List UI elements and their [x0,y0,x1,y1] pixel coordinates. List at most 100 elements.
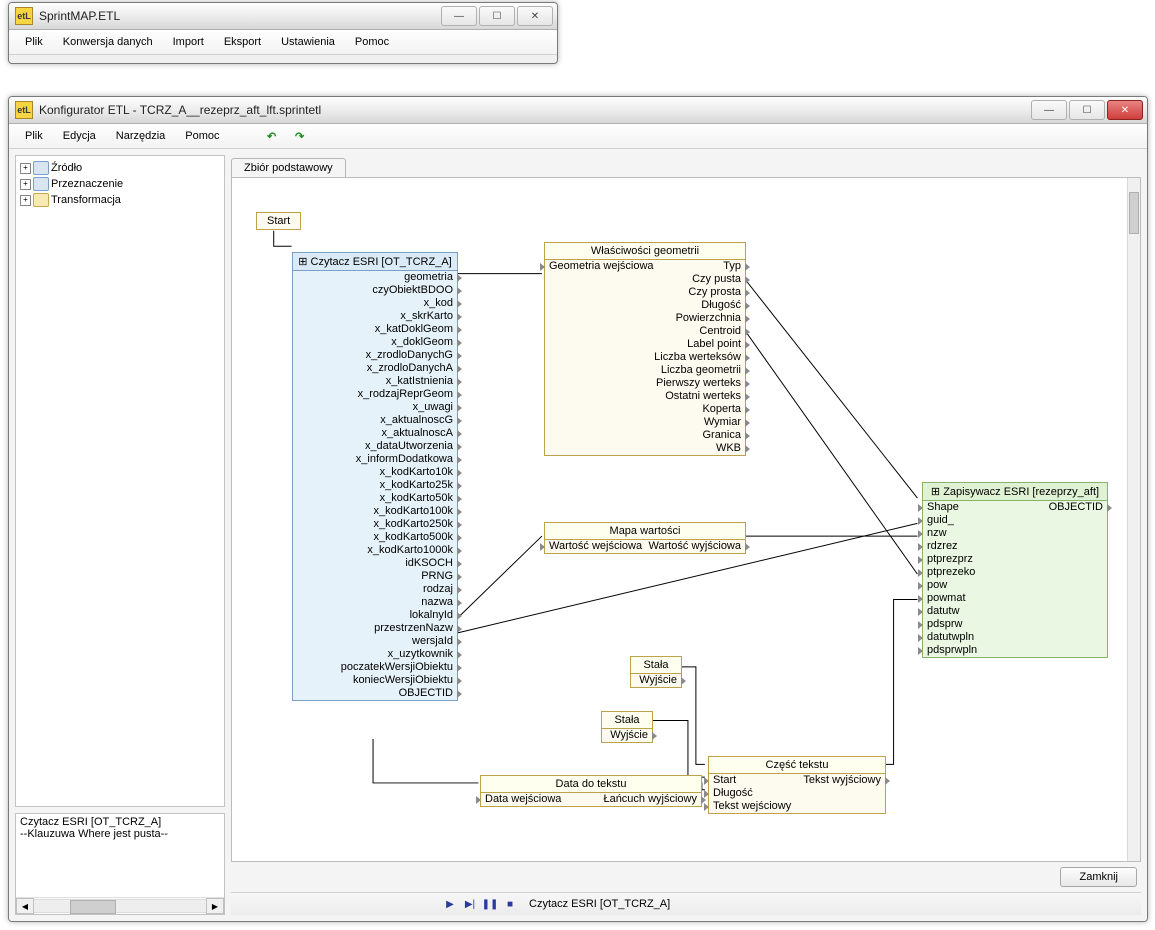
reader-field[interactable]: x_informDodatkowa [293,453,457,466]
writer-field[interactable]: guid_ [923,514,1107,527]
menu-pomoc[interactable]: Pomoc [175,126,229,146]
reader-field[interactable]: x_kodKarto10k [293,466,457,479]
reader-field[interactable]: x_uwagi [293,401,457,414]
close-button[interactable]: ✕ [517,6,553,26]
writer-field[interactable]: rdzrez [923,540,1107,553]
writer-field[interactable]: nzw [923,527,1107,540]
reader-field[interactable]: x_zrodloDanychG [293,349,457,362]
const1-node[interactable]: Stała Wyjście [630,656,682,688]
reader-field[interactable]: geometria [293,271,457,284]
writer-field[interactable]: pow [923,579,1107,592]
reader-field[interactable]: koniecWersjiObiektu [293,674,457,687]
message-scrollbar[interactable]: ◀ ▶ [16,897,224,914]
close-button[interactable]: ✕ [1107,100,1143,120]
reader-field[interactable]: x_skrKarto [293,310,457,323]
reader-node[interactable]: ⊞ Czytacz ESRI [OT_TCRZ_A] geometriaczyO… [292,252,458,701]
writer-field[interactable]: ptprezeko [923,566,1107,579]
menu-ustawienia[interactable]: Ustawienia [271,32,345,52]
geom-output[interactable]: Długość [545,299,745,312]
const2-node[interactable]: Stała Wyjście [601,711,653,743]
date-to-text-node[interactable]: Data do tekstu Data wejściowa Łańcuch wy… [480,775,702,807]
scroll-thumb[interactable] [70,900,116,914]
reader-field[interactable]: x_dataUtworzenia [293,440,457,453]
scroll-left-icon[interactable]: ◀ [16,898,34,914]
date-row[interactable]: Data wejściowa Łańcuch wyjściowy [481,793,701,806]
reader-field[interactable]: x_kodKarto25k [293,479,457,492]
menu-eksport[interactable]: Eksport [214,32,271,52]
reader-field[interactable]: PRNG [293,570,457,583]
reader-field[interactable]: x_kodKarto500k [293,531,457,544]
geom-output[interactable]: Granica [545,429,745,442]
reader-field[interactable]: czyObiektBDOO [293,284,457,297]
geom-output[interactable]: Czy prosta [545,286,745,299]
writer-field[interactable]: datutw [923,605,1107,618]
geom-row0[interactable]: Geometria wejściowa Typ [545,260,745,273]
scroll-right-icon[interactable]: ▶ [206,898,224,914]
zamknij-button[interactable]: Zamknij [1060,867,1137,887]
writer-field[interactable]: ptprezprz [923,553,1107,566]
reader-field[interactable]: rodzaj [293,583,457,596]
reader-field[interactable]: x_doklGeom [293,336,457,349]
reader-field[interactable]: x_aktualnoscG [293,414,457,427]
tree-item-transformacja[interactable]: + Transformacja [18,192,222,208]
reader-field[interactable]: lokalnyId [293,609,457,622]
minimize-button[interactable]: — [441,6,477,26]
geom-output[interactable]: Pierwszy werteks [545,377,745,390]
geom-output[interactable]: Koperta [545,403,745,416]
reader-field[interactable]: OBJECTID [293,687,457,700]
reader-field[interactable]: x_kodKarto100k [293,505,457,518]
geom-output[interactable]: Czy pusta [545,273,745,286]
reader-field[interactable]: x_katDoklGeom [293,323,457,336]
reader-field[interactable]: nazwa [293,596,457,609]
reader-field[interactable]: idKSOCH [293,557,457,570]
reader-field[interactable]: wersjaId [293,635,457,648]
writer-field[interactable]: pdsprwpln [923,644,1107,657]
menu-narzedzia[interactable]: Narzędzia [106,126,176,146]
const1-out[interactable]: Wyjście [631,674,681,687]
writer-field[interactable]: datutwpln [923,631,1107,644]
geom-output[interactable]: Label point [545,338,745,351]
menu-edycja[interactable]: Edycja [53,126,106,146]
reader-field[interactable]: x_kodKarto50k [293,492,457,505]
reader-field[interactable]: poczatekWersjiObiektu [293,661,457,674]
writer-field[interactable]: powmat [923,592,1107,605]
menu-import[interactable]: Import [163,32,214,52]
reader-field[interactable]: x_kodKarto1000k [293,544,457,557]
reader-field[interactable]: x_kodKarto250k [293,518,457,531]
valmap-row[interactable]: Wartość wejściowa Wartość wyjściowa [545,540,745,553]
textpart-row0[interactable]: Start Tekst wyjściowy [709,774,885,787]
diagram-canvas[interactable]: Start ⊞ Czytacz ESRI [OT_TCRZ_A] geometr… [231,177,1141,862]
step-button[interactable]: ▶| [461,895,479,913]
writer-row0[interactable]: Shape OBJECTID [923,501,1107,514]
titlebar[interactable]: etL Konfigurator ETL - TCRZ_A__rezeprz_a… [9,97,1147,124]
writer-field[interactable]: pdsprw [923,618,1107,631]
tree-item-zrodlo[interactable]: + Źródło [18,160,222,176]
scroll-thumb[interactable] [1129,192,1139,234]
geom-output[interactable]: WKB [545,442,745,455]
titlebar[interactable]: etL SprintMAP.ETL — ☐ ✕ [9,3,557,30]
textpart-row1[interactable]: Długość [709,787,885,800]
geom-output[interactable]: Ostatni werteks [545,390,745,403]
expand-icon[interactable]: + [20,195,31,206]
reader-field[interactable]: x_kod [293,297,457,310]
geometry-properties-node[interactable]: Właściwości geometrii Geometria wejściow… [544,242,746,456]
textpart-row2[interactable]: Tekst wejściowy [709,800,885,813]
writer-node[interactable]: ⊞ Zapisywacz ESRI [rezeprzy_aft] Shape O… [922,482,1108,658]
geom-output[interactable]: Centroid [545,325,745,338]
reader-field[interactable]: x_uzytkownik [293,648,457,661]
reader-field[interactable]: x_rodzajReprGeom [293,388,457,401]
reader-field[interactable]: x_zrodloDanychA [293,362,457,375]
undo-button[interactable]: ↶ [262,126,282,146]
geom-output[interactable]: Powierzchnia [545,312,745,325]
minimize-button[interactable]: — [1031,100,1067,120]
expand-icon[interactable]: + [20,163,31,174]
pause-button[interactable]: ❚❚ [481,895,499,913]
text-part-node[interactable]: Część tekstu Start Tekst wyjściowy Długo… [708,756,886,814]
reader-field[interactable]: x_katIstnienia [293,375,457,388]
geom-output[interactable]: Liczba werteksów [545,351,745,364]
reader-field[interactable]: x_aktualnoscA [293,427,457,440]
tab-zbior-podstawowy[interactable]: Zbiór podstawowy [231,158,346,177]
menu-konwersja[interactable]: Konwersja danych [53,32,163,52]
menu-pomoc[interactable]: Pomoc [345,32,399,52]
expand-icon[interactable]: + [20,179,31,190]
